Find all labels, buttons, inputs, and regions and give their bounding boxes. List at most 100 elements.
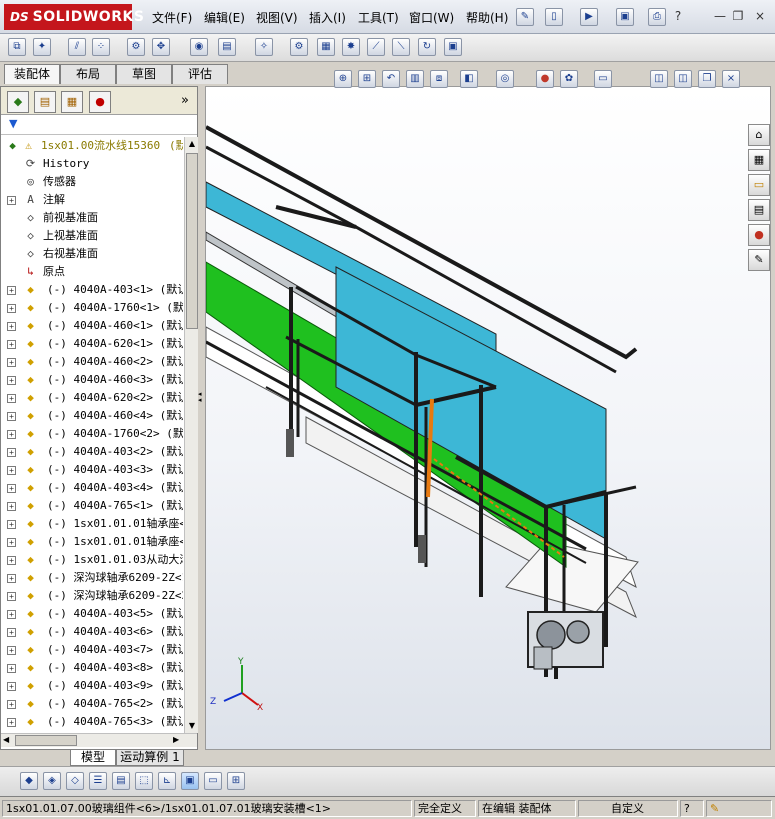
- expand-toggle-icon[interactable]: +: [7, 376, 16, 385]
- tree-component-item[interactable]: + ◆ (-) 1sx01.01.01轴承座<1: [1, 515, 183, 533]
- update-icon[interactable]: ↻: [418, 38, 436, 56]
- tree-component-item[interactable]: + ◆ (-) 4040A-403<9> (默认<: [1, 677, 183, 695]
- expand-toggle-icon[interactable]: +: [7, 682, 16, 691]
- panel-splitter[interactable]: ◂ ◂: [198, 86, 205, 750]
- tree-component-item[interactable]: + ◆ (-) 4040A-403<1> (默认<: [1, 281, 183, 299]
- horizontal-scrollbar[interactable]: ◀ ▶: [1, 733, 197, 747]
- reference-geometry-icon[interactable]: ✧: [255, 38, 273, 56]
- expand-toggle-icon[interactable]: +: [7, 718, 16, 727]
- hide-show-items-icon[interactable]: ◎: [496, 70, 514, 88]
- tree-feature-item[interactable]: ◎ 传感器: [1, 173, 183, 191]
- status-help-icon[interactable]: ?: [680, 800, 704, 817]
- wireframe-icon[interactable]: ⬚: [135, 772, 153, 790]
- expand-toggle-icon[interactable]: +: [7, 574, 16, 583]
- graphics-area[interactable]: Y X Z: [205, 86, 771, 750]
- display-manager-tab-icon[interactable]: ●: [89, 91, 111, 113]
- expand-toggle-icon[interactable]: +: [7, 358, 16, 367]
- view-settings-icon[interactable]: ▭: [594, 70, 612, 88]
- scroll-thumb[interactable]: [186, 153, 198, 329]
- minimize-button[interactable]: —: [712, 10, 728, 24]
- tree-component-item[interactable]: + ◆ (-) 深沟球轴承6209-2Z<2: [1, 587, 183, 605]
- tree-component-item[interactable]: + ◆ (-) 4040A-765<3> (默认<: [1, 713, 183, 731]
- tab-evaluate[interactable]: 评估: [172, 64, 228, 84]
- smart-fasteners-icon[interactable]: ⚙: [127, 38, 145, 56]
- appearances-icon[interactable]: ●: [748, 224, 770, 246]
- feature-tree-tab-icon[interactable]: ◆: [7, 91, 29, 113]
- tree-feature-item[interactable]: ⟳ History: [1, 155, 183, 173]
- quick-tips-icon[interactable]: ▣: [444, 38, 462, 56]
- display-style-icon[interactable]: ◧: [460, 70, 478, 88]
- filter-icon[interactable]: ▼: [9, 117, 17, 130]
- new-part-icon[interactable]: ✦: [33, 38, 51, 56]
- expand-toggle-icon[interactable]: +: [7, 484, 16, 493]
- pin-icon[interactable]: ✎: [516, 8, 534, 26]
- tree-feature-item[interactable]: ◇ 右视基准面: [1, 245, 183, 263]
- tree-component-item[interactable]: + ◆ (-) 4040A-403<6> (默认<: [1, 623, 183, 641]
- expand-toggle-icon[interactable]: +: [7, 664, 16, 673]
- four-view-icon[interactable]: ⊞: [227, 772, 245, 790]
- restore-button[interactable]: ❐: [730, 10, 746, 24]
- tree-component-item[interactable]: + ◆ (-) 4040A-620<1> (默认<: [1, 335, 183, 353]
- expand-toggle-icon[interactable]: +: [7, 448, 16, 457]
- expand-toggle-icon[interactable]: +: [7, 304, 16, 313]
- hidden-lines-icon[interactable]: ▤: [112, 772, 130, 790]
- single-view-icon[interactable]: ▭: [204, 772, 222, 790]
- expand-panel-icon[interactable]: »: [181, 93, 189, 108]
- show-hidden-icon[interactable]: ◉: [190, 38, 208, 56]
- expand-toggle-icon[interactable]: +: [7, 466, 16, 475]
- expand-toggle-icon[interactable]: +: [7, 520, 16, 529]
- explode-line-icon[interactable]: ⟋: [367, 38, 385, 56]
- apply-scene-icon[interactable]: ✿: [560, 70, 578, 88]
- tab-motion-study[interactable]: 运动算例 1: [116, 750, 184, 766]
- menu-help[interactable]: 帮助(H): [466, 9, 508, 26]
- new-document-icon[interactable]: ▯: [545, 8, 563, 26]
- expand-toggle-icon[interactable]: +: [7, 628, 16, 637]
- assembly-features-icon[interactable]: ▤: [218, 38, 236, 56]
- section-view-icon[interactable]: ▥: [406, 70, 424, 88]
- tree-component-item[interactable]: + ◆ (-) 4040A-460<4> (默认<: [1, 407, 183, 425]
- edit-appearance-icon[interactable]: ●: [536, 70, 554, 88]
- vertical-scrollbar[interactable]: ▲ ▼: [184, 137, 198, 733]
- view-orientation-icon[interactable]: ⧈: [430, 70, 448, 88]
- split-window-icon[interactable]: ◫: [650, 70, 668, 88]
- planes-icon[interactable]: ⊾: [158, 772, 176, 790]
- bill-of-materials-icon[interactable]: ▦: [317, 38, 335, 56]
- close-button[interactable]: ×: [752, 10, 768, 24]
- print-icon[interactable]: ⎙: [648, 8, 666, 26]
- tree-feature-item[interactable]: + A 注解: [1, 191, 183, 209]
- shaded-icon[interactable]: ▣: [181, 772, 199, 790]
- tree-root-assembly[interactable]: ◆ ⚠ 1sx01.00流水线15360 (默: [1, 137, 183, 155]
- scroll-left-icon[interactable]: ◀: [3, 735, 9, 744]
- design-library-icon[interactable]: ▦: [748, 149, 770, 171]
- new-motion-study-icon[interactable]: ⚙: [290, 38, 308, 56]
- expand-toggle-icon[interactable]: +: [7, 412, 16, 421]
- expand-toggle-icon[interactable]: +: [7, 610, 16, 619]
- cascade-window-icon[interactable]: ❐: [698, 70, 716, 88]
- solidworks-resources-icon[interactable]: ⌂: [748, 124, 770, 146]
- expand-toggle-icon[interactable]: +: [7, 286, 16, 295]
- tree-feature-item[interactable]: ◇ 前视基准面: [1, 209, 183, 227]
- menu-insert[interactable]: 插入(I): [309, 9, 346, 26]
- tangent-edges-icon[interactable]: ☰: [89, 772, 107, 790]
- tree-component-item[interactable]: + ◆ (-) 4040A-1760<2> (默认: [1, 425, 183, 443]
- menu-file[interactable]: 文件(F): [152, 9, 192, 26]
- tab-layout[interactable]: 布局: [60, 64, 116, 84]
- close-document-icon[interactable]: ×: [722, 70, 740, 88]
- tree-component-item[interactable]: + ◆ (-) 深沟球轴承6209-2Z<1: [1, 569, 183, 587]
- expand-toggle-icon[interactable]: +: [7, 556, 16, 565]
- tree-component-item[interactable]: + ◆ (-) 4040A-403<3> (默认<: [1, 461, 183, 479]
- previous-view-icon[interactable]: ↶: [382, 70, 400, 88]
- tree-component-item[interactable]: + ◆ (-) 4040A-460<3> (默认<: [1, 371, 183, 389]
- tree-component-item[interactable]: + ◆ (-) 4040A-620<2> (默认<: [1, 389, 183, 407]
- status-rebuild-icon[interactable]: ✎: [706, 800, 772, 817]
- tree-component-item[interactable]: + ◆ (-) 4040A-460<1> (默认<: [1, 317, 183, 335]
- perspective-icon[interactable]: ◇: [66, 772, 84, 790]
- zoom-to-fit-icon[interactable]: ⊕: [334, 70, 352, 88]
- shaded-edges-icon[interactable]: ◆: [20, 772, 38, 790]
- instant3d-icon[interactable]: ⟍: [392, 38, 410, 56]
- hscroll-thumb[interactable]: [15, 735, 77, 746]
- move-component-icon[interactable]: ✥: [152, 38, 170, 56]
- menu-tools[interactable]: 工具(T): [358, 9, 399, 26]
- expand-toggle-icon[interactable]: +: [7, 340, 16, 349]
- tree-component-item[interactable]: + ◆ (-) 4040A-403<8> (默认<: [1, 659, 183, 677]
